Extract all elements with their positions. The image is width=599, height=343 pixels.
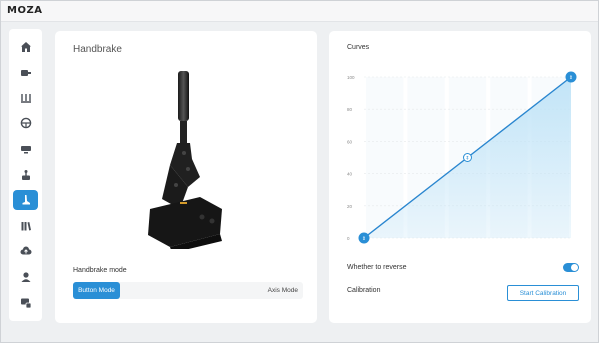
sidebar-item-steering-wheel[interactable]	[13, 113, 38, 133]
y-tick-label: 0	[347, 236, 350, 241]
drag-handle-icon: ⇕	[465, 155, 469, 161]
sidebar-item-user[interactable]	[13, 267, 38, 287]
y-tick-label: 60	[347, 139, 353, 144]
app-logo: MOZA	[7, 5, 43, 16]
shifter-icon	[21, 170, 30, 180]
cloud-upload-icon	[20, 246, 31, 255]
start-calibration-button[interactable]: Start Calibration	[507, 285, 579, 301]
button-mode-option[interactable]: Button Mode	[73, 282, 120, 299]
sidebar-item-pedals[interactable]	[13, 88, 38, 108]
sidebar-item-library[interactable]	[13, 216, 38, 236]
axis-mode-option[interactable]: Axis Mode	[268, 282, 298, 299]
curve-chart: 100 80 60 40 20 0 ⇕ ⇕ ⇕	[347, 71, 577, 244]
sidebar-item-cloud[interactable]	[13, 241, 38, 261]
devices-icon	[20, 298, 31, 309]
sidebar-item-wheelbase[interactable]	[13, 63, 38, 83]
sidebar	[9, 29, 42, 321]
title-bar: MOZA	[1, 1, 598, 22]
curves-panel: Curves 100 80 60 40 20 0 ⇕ ⇕ ⇕ Whether to revers…	[329, 31, 591, 323]
sidebar-item-handbrake[interactable]	[13, 190, 38, 210]
user-icon	[21, 272, 30, 282]
handbrake-mode-switch: Button Mode Axis Mode	[73, 282, 303, 299]
drag-handle-icon: ⇕	[362, 236, 366, 242]
app-window: MOZA Handbrake Handbrake mode Button Mod…	[0, 0, 599, 343]
wheelbase-icon	[20, 70, 31, 76]
y-tick-label: 40	[347, 172, 353, 177]
library-icon	[21, 222, 31, 231]
sidebar-item-devices[interactable]	[13, 293, 38, 313]
handbrake-icon	[22, 195, 30, 205]
sidebar-item-dashboard[interactable]	[13, 139, 38, 159]
sidebar-item-shifter[interactable]	[13, 165, 38, 185]
handbrake-title: Handbrake	[73, 44, 122, 55]
reverse-label: Whether to reverse	[347, 264, 407, 271]
pedals-icon	[20, 94, 31, 103]
y-tick-label: 100	[347, 75, 355, 80]
y-tick-label: 80	[347, 107, 353, 112]
sidebar-item-home[interactable]	[13, 37, 38, 57]
handbrake-image	[148, 71, 222, 249]
steering-wheel-icon	[20, 117, 31, 129]
handbrake-mode-label: Handbrake mode	[73, 267, 127, 274]
y-tick-label: 20	[347, 204, 353, 209]
dashboard-icon	[20, 146, 31, 154]
home-icon	[20, 42, 31, 52]
reverse-toggle[interactable]	[563, 263, 579, 272]
drag-handle-icon: ⇕	[569, 75, 573, 81]
handbrake-panel: Handbrake Handbrake mode Button Mode Axi…	[55, 31, 317, 323]
